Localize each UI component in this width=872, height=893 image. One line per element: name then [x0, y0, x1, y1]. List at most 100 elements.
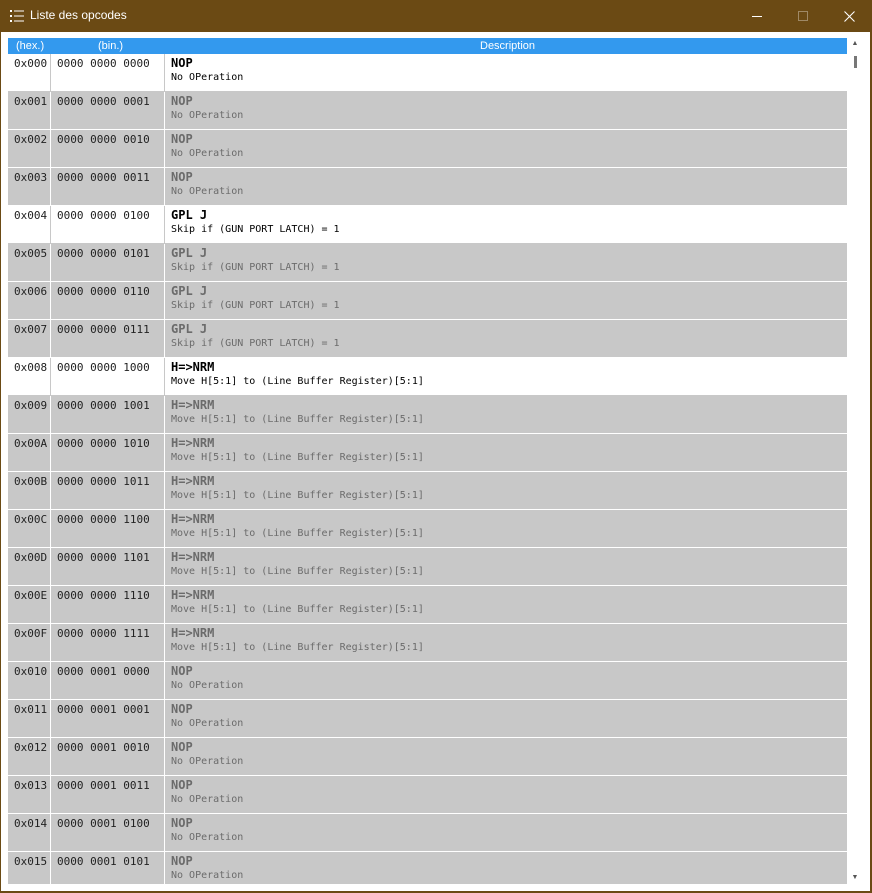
table-header: (hex.) (bin.) Description — [8, 38, 847, 54]
table-row[interactable]: 0x007 0000 0000 0111 GPL J Skip if (GUN POR… — [8, 320, 847, 358]
opcode-description-cell: H=>NRM Move H[5:1] to (Line Buffer Regist… — [166, 586, 847, 623]
table-row[interactable]: 0x00E 0000 0000 1110 H=>NRM Move H[5:1] to … — [8, 586, 847, 624]
opcode-bin-cell: 0000 0000 0100 — [52, 206, 165, 243]
minimize-button[interactable] — [734, 0, 780, 32]
opcode-mnemonic: H=>NRM — [171, 398, 215, 412]
close-button[interactable] — [826, 0, 872, 32]
scroll-thumb[interactable] — [854, 56, 857, 68]
opcode-bin-cell: 0000 0001 0001 — [52, 700, 165, 737]
opcode-description-cell: H=>NRM Move H[5:1] to (Line Buffer Regist… — [166, 396, 847, 433]
opcode-description-text: No OPeration — [171, 680, 244, 691]
opcode-bin-cell: 0000 0000 1011 — [52, 472, 165, 509]
opcode-mnemonic: NOP — [171, 170, 193, 184]
table-row[interactable]: 0x00C 0000 0000 1100 H=>NRM Move H[5:1] to … — [8, 510, 847, 548]
table-row[interactable]: 0x003 0000 0000 0011 NOP No OPeration — [8, 168, 847, 206]
opcode-bin-cell: 0000 0000 1010 — [52, 434, 165, 471]
opcode-bin-cell: 0000 0000 0001 — [52, 92, 165, 129]
opcode-description-text: Move H[5:1] to (Line Buffer Register)[5:… — [171, 604, 424, 615]
opcode-description-cell: NOP No OPeration — [166, 700, 847, 737]
opcode-mnemonic: H=>NRM — [171, 436, 215, 450]
table-row[interactable]: 0x00A 0000 0000 1010 H=>NRM Move H[5:1] to … — [8, 434, 847, 472]
opcode-description-text: No OPeration — [171, 870, 244, 881]
opcode-mnemonic: NOP — [171, 740, 193, 754]
opcode-description-cell: NOP No OPeration — [166, 814, 847, 851]
vertical-scrollbar[interactable]: ▲ ▼ — [848, 38, 862, 884]
scroll-up-icon[interactable]: ▲ — [851, 40, 859, 48]
opcode-description-cell: H=>NRM Move H[5:1] to (Line Buffer Regist… — [166, 624, 847, 661]
opcode-description-cell: H=>NRM Move H[5:1] to (Line Buffer Regist… — [166, 434, 847, 471]
opcode-hex-cell: 0x009 — [8, 396, 51, 433]
table-row[interactable]: 0x012 0000 0001 0010 NOP No OPeration — [8, 738, 847, 776]
table-row[interactable]: 0x015 0000 0001 0101 NOP No OPeration — [8, 852, 847, 884]
opcode-hex-cell: 0x00E — [8, 586, 51, 623]
opcode-description-cell: NOP No OPeration — [166, 130, 847, 167]
table-row[interactable]: 0x000 0000 0000 0000 NOP No OPeration — [8, 54, 847, 92]
opcode-mnemonic: NOP — [171, 702, 193, 716]
opcode-hex-cell: 0x002 — [8, 130, 51, 167]
header-hex[interactable]: (hex.) — [16, 40, 44, 52]
table-row[interactable]: 0x008 0000 0000 1000 H=>NRM Move H[5:1] to … — [8, 358, 847, 396]
opcode-description-text: Move H[5:1] to (Line Buffer Register)[5:… — [171, 376, 424, 387]
table-row[interactable]: 0x00F 0000 0000 1111 H=>NRM Move H[5:1] to … — [8, 624, 847, 662]
opcode-description-text: Move H[5:1] to (Line Buffer Register)[5:… — [171, 566, 424, 577]
header-description[interactable]: Description — [480, 40, 535, 52]
table-row[interactable]: 0x009 0000 0000 1001 H=>NRM Move H[5:1] to … — [8, 396, 847, 434]
opcode-bin-cell: 0000 0000 0101 — [52, 244, 165, 281]
table-row[interactable]: 0x00D 0000 0000 1101 H=>NRM Move H[5:1] to … — [8, 548, 847, 586]
opcode-description-text: No OPeration — [171, 110, 244, 121]
table-row[interactable]: 0x011 0000 0001 0001 NOP No OPeration — [8, 700, 847, 738]
table-row[interactable]: 0x002 0000 0000 0010 NOP No OPeration — [8, 130, 847, 168]
opcode-bin-cell: 0000 0000 1111 — [52, 624, 165, 661]
table-row[interactable]: 0x005 0000 0000 0101 GPL J Skip if (GUN POR… — [8, 244, 847, 282]
opcode-bin-cell: 0000 0000 1000 — [52, 358, 165, 395]
opcode-description-text: No OPeration — [171, 832, 244, 843]
opcode-description-text: Skip if (GUN PORT LATCH) = 1 — [171, 224, 340, 235]
title-bar[interactable]: Liste des opcodes — [0, 0, 872, 32]
opcode-mnemonic: H=>NRM — [171, 360, 215, 374]
opcode-description-cell: GPL J Skip if (GUN PORT LATCH) = 1 — [166, 206, 847, 243]
table-row[interactable]: 0x00B 0000 0000 1011 H=>NRM Move H[5:1] to … — [8, 472, 847, 510]
table-row[interactable]: 0x010 0000 0001 0000 NOP No OPeration — [8, 662, 847, 700]
opcode-hex-cell: 0x012 — [8, 738, 51, 775]
opcode-bin-cell: 0000 0000 1101 — [52, 548, 165, 585]
opcode-description-text: Move H[5:1] to (Line Buffer Register)[5:… — [171, 528, 424, 539]
opcode-mnemonic: GPL J — [171, 322, 208, 336]
opcode-description-text: Skip if (GUN PORT LATCH) = 1 — [171, 300, 340, 311]
table-row[interactable]: 0x004 0000 0000 0100 GPL J Skip if (GUN POR… — [8, 206, 847, 244]
opcode-description-cell: GPL J Skip if (GUN PORT LATCH) = 1 — [166, 320, 847, 357]
scroll-down-icon[interactable]: ▼ — [851, 874, 859, 882]
maximize-button[interactable] — [780, 0, 826, 32]
opcode-mnemonic: H=>NRM — [171, 588, 215, 602]
table-row[interactable]: 0x001 0000 0000 0001 NOP No OPeration — [8, 92, 847, 130]
opcode-mnemonic: H=>NRM — [171, 474, 215, 488]
opcode-mnemonic: H=>NRM — [171, 512, 215, 526]
table-row[interactable]: 0x006 0000 0000 0110 GPL J Skip if (GUN POR… — [8, 282, 847, 320]
list-icon — [10, 10, 24, 22]
opcode-bin-cell: 0000 0001 0100 — [52, 814, 165, 851]
opcode-bin-cell: 0000 0000 0010 — [52, 130, 165, 167]
header-bin[interactable]: (bin.) — [98, 40, 123, 52]
opcode-hex-cell: 0x003 — [8, 168, 51, 205]
opcode-table[interactable]: 0x000 0000 0000 0000 NOP No OPeration 0x001 0… — [8, 54, 847, 884]
opcode-description-text: No OPeration — [171, 718, 244, 729]
opcode-bin-cell: 0000 0001 0101 — [52, 852, 165, 884]
opcode-mnemonic: NOP — [171, 664, 193, 678]
opcode-hex-cell: 0x00B — [8, 472, 51, 509]
opcode-hex-cell: 0x013 — [8, 776, 51, 813]
opcode-bin-cell: 0000 0001 0000 — [52, 662, 165, 699]
opcode-mnemonic: NOP — [171, 56, 193, 70]
opcode-description-cell: NOP No OPeration — [166, 662, 847, 699]
minimize-icon — [752, 16, 762, 17]
table-row[interactable]: 0x014 0000 0001 0100 NOP No OPeration — [8, 814, 847, 852]
table-row[interactable]: 0x013 0000 0001 0011 NOP No OPeration — [8, 776, 847, 814]
opcode-mnemonic: GPL J — [171, 208, 208, 222]
opcode-description-text: Skip if (GUN PORT LATCH) = 1 — [171, 338, 340, 349]
opcode-hex-cell: 0x006 — [8, 282, 51, 319]
opcode-mnemonic: NOP — [171, 778, 193, 792]
opcode-description-text: Move H[5:1] to (Line Buffer Register)[5:… — [171, 452, 424, 463]
opcode-description-text: No OPeration — [171, 72, 244, 83]
opcode-mnemonic: GPL J — [171, 284, 208, 298]
opcode-bin-cell: 0000 0001 0011 — [52, 776, 165, 813]
opcode-description-cell: NOP No OPeration — [166, 92, 847, 129]
opcode-description-cell: H=>NRM Move H[5:1] to (Line Buffer Regist… — [166, 358, 847, 395]
